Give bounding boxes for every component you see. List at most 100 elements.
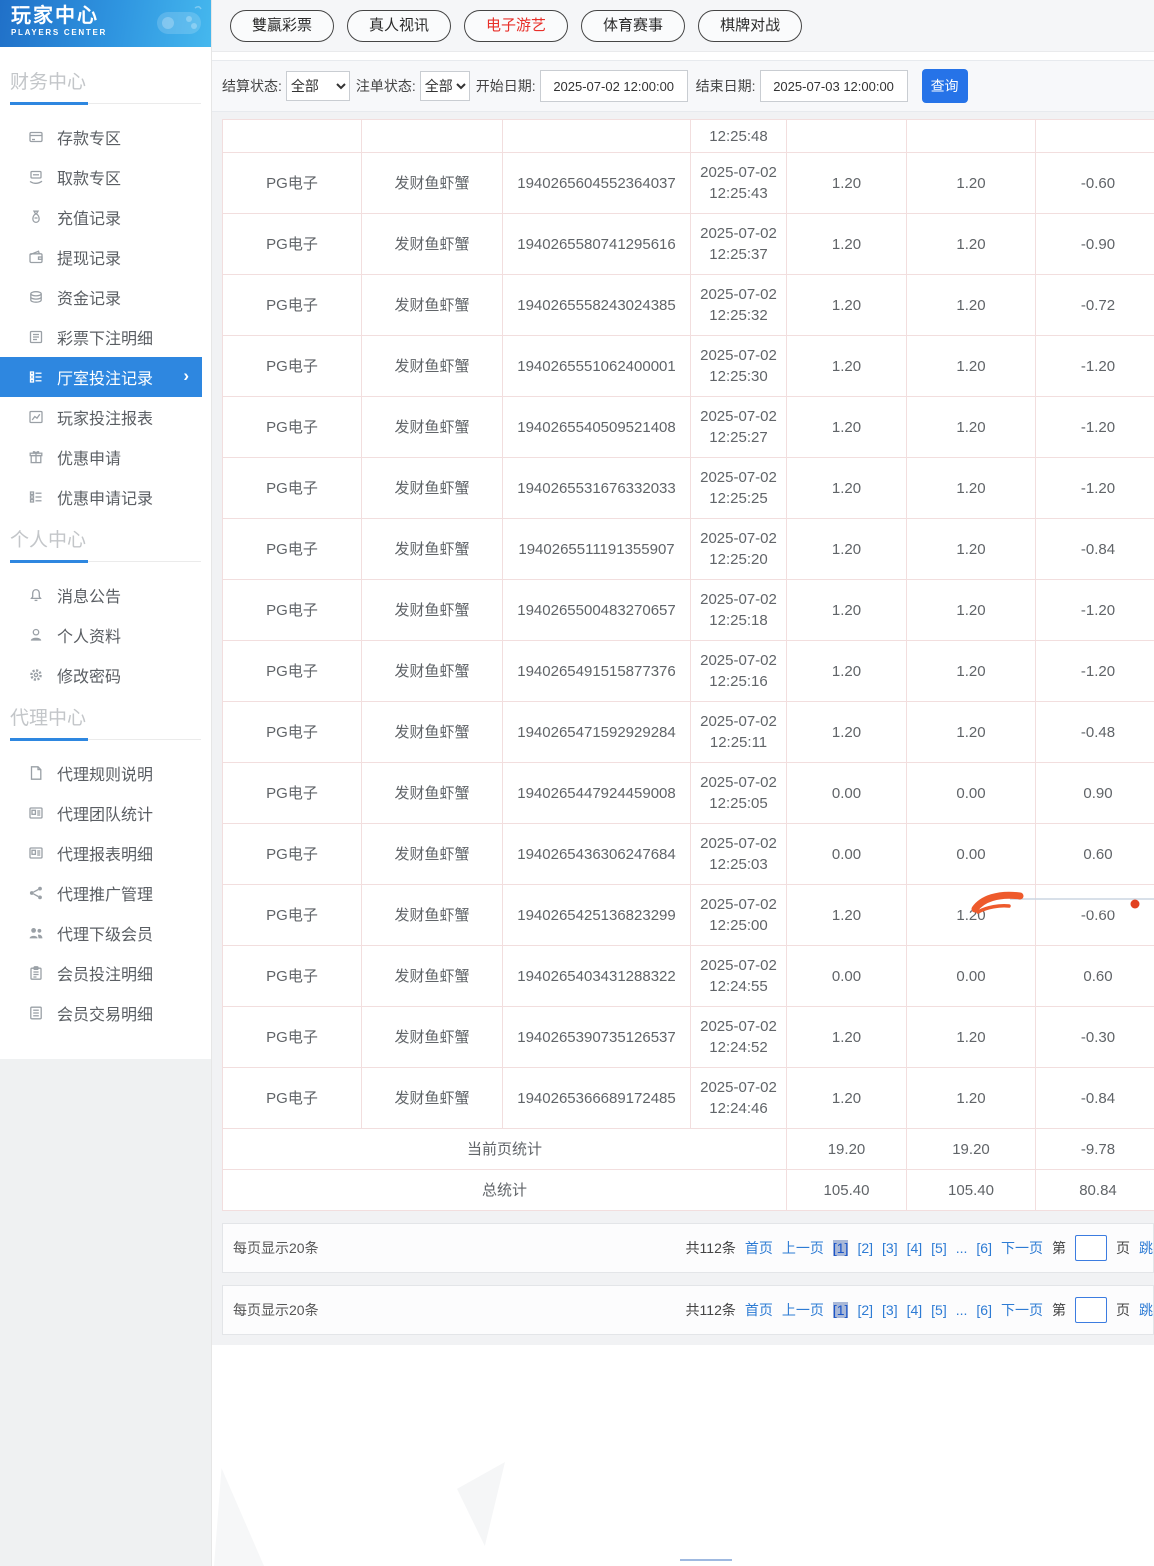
jump-prefix: 第 [1052,1240,1066,1256]
end-date-label: 结束日期: [695,78,756,94]
page-link-3[interactable]: [3] [882,1240,898,1256]
tab-电子游艺[interactable]: 电子游艺 [464,9,569,42]
sidebar-item-会员投注明细[interactable]: 会员投注明细 [0,953,202,993]
jump-page-input[interactable] [1075,1235,1107,1261]
order-number: 1940265390735126537 [502,1006,691,1068]
sidebar-item-充值记录[interactable]: 充值记录 [0,197,202,237]
watermark-triangle [457,1462,505,1546]
order-number: 1940265436306247684 [502,823,691,885]
sidebar-item-代理规则说明[interactable]: 代理规则说明 [0,753,202,793]
platform: PG电子 [222,945,362,1007]
sidebar-item-代理报表明细[interactable]: 代理报表明细 [0,833,202,873]
tab-棋牌对战[interactable]: 棋牌对战 [698,9,803,42]
table-row: PG电子 发财鱼虾蟹 1940265540509521408 2025-07-02 12… [222,396,1154,458]
bet-amount: 1.20 [786,396,907,458]
game-name: 发财鱼虾蟹 [361,274,503,336]
sidebar-item-代理下级会员[interactable]: 代理下级会员 [0,913,202,953]
sidebar-item-代理团队统计[interactable]: 代理团队统计 [0,793,202,833]
sidebar-item-会员交易明细[interactable]: 会员交易明细 [0,993,202,1033]
win-loss: -0.72 [1035,274,1154,336]
jump-button[interactable]: 跳转 [1139,1238,1153,1258]
sidebar-item-优惠申请[interactable]: 优惠申请 [0,437,202,477]
order-number: 1940265531676332033 [502,457,691,519]
bet-amount: 1.20 [786,1067,907,1129]
table-row: PG电子 发财鱼虾蟹 1940265580741295616 2025-07-02 12… [222,213,1154,275]
sidebar-item-资金记录[interactable]: 资金记录 [0,277,202,317]
jump-button[interactable]: 跳转 [1139,1300,1153,1320]
sidebar-item-玩家投注报表[interactable]: 玩家投注报表 [0,397,202,437]
page-link-5[interactable]: [5] [931,1302,947,1318]
game-name: 发财鱼虾蟹 [361,701,503,763]
id-card-icon [28,805,44,821]
win-loss: -0.48 [1035,701,1154,763]
page-link-1[interactable]: [1] [832,1302,849,1318]
order-status-select[interactable]: 全部 [419,71,470,101]
valid-bet-amount: 1.20 [906,640,1036,702]
gamepad-icon [151,4,203,45]
moneybag-icon [28,209,44,225]
page-link-5[interactable]: [5] [931,1240,947,1256]
sidebar-item-label: 会员交易明细 [57,1007,154,1024]
next-page-link[interactable]: 下一页 [1001,1238,1043,1258]
prev-page-link[interactable]: 上一页 [782,1300,824,1320]
page-link-2[interactable]: [2] [857,1302,873,1318]
game-name: 发财鱼虾蟹 [361,213,503,275]
tab-雙贏彩票[interactable]: 雙贏彩票 [230,9,335,42]
sidebar-item-个人资料[interactable]: 个人资料 [0,615,202,655]
valid-bet-amount: 1.20 [906,213,1036,275]
bet-time: 2025-07-02 12:25:16 [690,640,787,702]
id-card-icon [28,845,44,861]
total-bet-amount: 105.40 [786,1169,907,1211]
page-link-4[interactable]: [4] [907,1240,923,1256]
sidebar-item-存款专区[interactable]: 存款专区 [0,117,202,157]
game-name: 发财鱼虾蟹 [361,457,503,519]
page-link-4[interactable]: [4] [907,1302,923,1318]
end-date-input[interactable] [759,70,908,102]
sidebar-item-代理推广管理[interactable]: 代理推广管理 [0,873,202,913]
page-link-6[interactable]: [6] [976,1302,992,1318]
sidebar-item-修改密码[interactable]: 修改密码 [0,655,202,695]
sidebar-section: 财务中心 存款专区 取款专区 充值记录 提现记录 资金记录 彩票下注明细 厅室投注记录 › 玩家投… [0,67,211,517]
order-number: 1940265511191355907 [502,518,691,580]
game-name: 发财鱼虾蟹 [361,884,503,946]
report-chart-icon [28,409,44,425]
sidebar-item-label: 代理报表明细 [57,847,154,864]
sidebar-item-取款专区[interactable]: 取款专区 [0,157,202,197]
next-page-link[interactable]: 下一页 [1001,1300,1043,1320]
jump-page-input[interactable] [1075,1297,1107,1323]
platform: PG电子 [222,823,362,885]
settle-status-select[interactable]: 全部 [285,71,350,101]
page-link-6[interactable]: [6] [976,1240,992,1256]
tab-体育赛事[interactable]: 体育赛事 [581,9,686,42]
page-link-1[interactable]: [1] [832,1240,849,1256]
valid-bet-amount: 1.20 [906,1067,1036,1129]
sidebar-item-厅室投注记录[interactable]: 厅室投注记录 › [0,357,202,397]
total-count: 共112条 [685,1240,736,1256]
platform: PG电子 [222,579,362,641]
bet-time: 2025-07-02 12:25:05 [690,762,787,824]
page-link-3[interactable]: [3] [882,1302,898,1318]
sidebar-item-彩票下注明细[interactable]: 彩票下注明细 [0,317,202,357]
order-number: 1940265604552364037 [502,152,691,214]
search-button[interactable]: 查询 [921,69,968,103]
game-name: 发财鱼虾蟹 [361,1006,503,1068]
pagination-controls: 共112条首页上一页 [1] [2] [3] [4] [5]... [6] 下一页第 页跳转 [686,1297,1153,1323]
sidebar-item-label: 存款专区 [57,131,122,148]
bet-time: 12:25:48 [690,119,787,153]
first-page-link[interactable]: 首页 [745,1238,773,1258]
start-date-input[interactable] [539,70,688,102]
first-page-link[interactable]: 首页 [745,1300,773,1320]
wallet-icon [28,249,44,265]
sidebar-section: 代理中心 代理规则说明 代理团队统计 代理报表明细 代理推广管理 代理下级会员 会员投注明细… [0,703,211,1033]
sidebar-item-提现记录[interactable]: 提现记录 [0,237,202,277]
sidebar-item-优惠申请记录[interactable]: 优惠申请记录 [0,477,202,517]
decorative-line [680,1559,732,1561]
sidebar-item-消息公告[interactable]: 消息公告 [0,575,202,615]
valid-bet-amount: 0.00 [906,823,1036,885]
tab-真人视讯[interactable]: 真人视讯 [347,9,452,42]
prev-page-link[interactable]: 上一页 [782,1238,824,1258]
bet-time: 2025-07-02 12:25:32 [690,274,787,336]
page-link-2[interactable]: [2] [857,1240,873,1256]
bet-amount: 1.20 [786,640,907,702]
valid-bet-amount: 0.00 [906,762,1036,824]
